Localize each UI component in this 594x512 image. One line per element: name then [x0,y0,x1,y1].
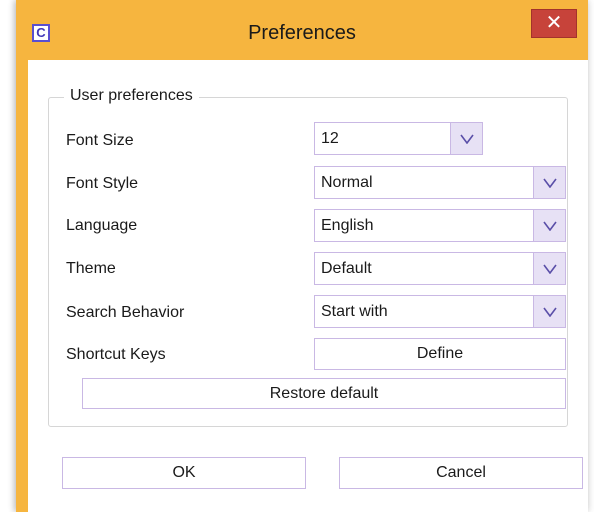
title-bar: C Preferences ✕ [16,0,588,44]
chevron-down-icon[interactable] [533,296,565,327]
dialog-content: User preferences Font Size 12 Font Style… [28,60,588,512]
font-size-select[interactable]: 12 [314,122,483,155]
preferences-window: C Preferences ✕ User preferences Font Si… [16,0,588,512]
theme-label: Theme [66,260,116,277]
font-size-label: Font Size [66,132,134,149]
language-value: English [321,217,374,234]
language-select[interactable]: English [314,209,566,242]
font-size-value: 12 [321,130,339,147]
theme-value: Default [321,260,372,277]
font-style-select[interactable]: Normal [314,166,566,199]
search-behavior-value: Start with [321,303,388,320]
chevron-down-icon[interactable] [533,253,565,284]
window-title: Preferences [248,22,356,44]
search-behavior-label: Search Behavior [66,304,185,321]
group-legend: User preferences [64,87,199,105]
chevron-down-icon[interactable] [533,210,565,241]
close-icon: ✕ [545,12,563,34]
close-button[interactable]: ✕ [531,9,577,38]
theme-select[interactable]: Default [314,252,566,285]
shortcut-keys-label: Shortcut Keys [66,346,166,363]
ok-button[interactable]: OK [62,457,306,489]
search-behavior-select[interactable]: Start with [314,295,566,328]
define-shortcuts-button[interactable]: Define [314,338,566,370]
chevron-down-icon[interactable] [450,123,482,154]
font-style-label: Font Style [66,175,139,192]
cancel-button[interactable]: Cancel [339,457,583,489]
font-style-value: Normal [321,174,373,191]
language-label: Language [66,217,138,234]
restore-default-button[interactable]: Restore default [82,378,566,409]
chevron-down-icon[interactable] [533,167,565,198]
